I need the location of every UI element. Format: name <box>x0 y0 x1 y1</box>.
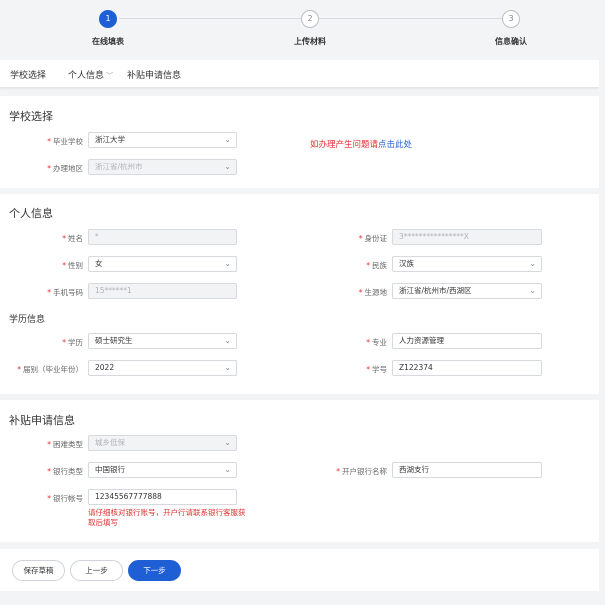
name-input[interactable]: * <box>88 229 237 245</box>
graduate-school-label: * 毕业学校 <box>47 137 83 146</box>
graduate-school-select[interactable]: 浙江大学 ⌄ <box>88 132 237 148</box>
phone-input[interactable]: 15******1 <box>88 283 237 299</box>
footer-actions: 保存草稿 上一步 下一步 <box>0 549 599 591</box>
graduation-year-select[interactable]: 2022 ⌄ <box>88 360 237 376</box>
step-2-label: 上传材料 <box>294 37 326 46</box>
origin-label: * 生源地 <box>358 288 387 297</box>
subsidy-section: 补贴申请信息 * 困难类型 城乡低保 ⌄ * 银行类型 中国银行 ⌄ * 开户银行名称 西… <box>0 400 599 542</box>
id-card-label: * 身份证 <box>358 234 387 243</box>
account-number-input[interactable]: 12345567777888 <box>88 489 237 505</box>
major-input[interactable]: 人力资源管理 <box>392 333 542 349</box>
step-3-label: 信息确认 <box>495 37 527 46</box>
phone-label: * 手机号码 <box>47 288 83 297</box>
school-section: 学校选择 * 毕业学校 浙江大学 ⌄ * 办理地区 浙江省/杭州市 ⌄ 如办理产生问题请… <box>0 96 599 188</box>
branch-name-label: * 开户银行名称 <box>336 467 387 476</box>
name-label: * 姓名 <box>62 234 83 243</box>
scrollbar[interactable] <box>599 0 605 605</box>
region-select[interactable]: 浙江省/杭州市 ⌄ <box>88 159 237 175</box>
tab-school[interactable]: 学校选择 <box>10 68 46 81</box>
ethnicity-select[interactable]: 汉族 ⌄ <box>392 256 542 272</box>
chevron-down-icon: ⌄ <box>224 465 231 474</box>
tab-subsidy-label: 补贴申请信息 <box>127 71 182 81</box>
help-link[interactable]: 如办理产生问题请点击此处 <box>310 138 412 150</box>
prev-step-button[interactable]: 上一步 <box>70 560 123 581</box>
step-connector <box>319 18 502 19</box>
student-id-input[interactable]: Z122374 <box>392 360 542 376</box>
chevron-down-icon: ⌄ <box>224 363 231 372</box>
step-connector <box>119 18 301 19</box>
student-id-label: * 学号 <box>366 365 387 374</box>
bank-type-select[interactable]: 中国银行 ⌄ <box>88 462 237 478</box>
chevron-down-icon: ⌄ <box>224 162 231 171</box>
chevron-down-icon: ⌄ <box>224 438 231 447</box>
personal-section: 个人信息 * 姓名 * * 身份证 3****************X * 性别 女… <box>0 194 599 394</box>
id-card-input[interactable]: 3****************X <box>392 229 542 245</box>
degree-select[interactable]: 硕士研究生 ⌄ <box>88 333 237 349</box>
chevron-down-icon: ⌄ <box>224 135 231 144</box>
next-step-button[interactable]: 下一步 <box>128 560 181 581</box>
bank-type-label: * 银行类型 <box>47 467 83 476</box>
degree-label: * 学历 <box>62 338 83 347</box>
ethnicity-label: * 民族 <box>366 261 387 270</box>
tab-school-label: 学校选择 <box>10 71 47 81</box>
steps-progress: 1 在线填表 2 上传材料 3 信息确认 <box>6 3 599 55</box>
tab-subsidy[interactable]: 补贴申请信息 <box>127 68 181 81</box>
step-1-circle: 1 <box>99 10 117 28</box>
origin-select[interactable]: 浙江省/杭州市/西湖区 ⌄ <box>392 283 542 299</box>
branch-name-input[interactable]: 西湖支行 <box>392 462 542 478</box>
chevron-down-icon: ⌄ <box>224 336 231 345</box>
gender-label: * 性别 <box>62 261 83 270</box>
chevron-down-icon: ⌄ <box>224 259 231 268</box>
major-label: * 专业 <box>366 338 387 347</box>
section-tabs: 学校选择 个人信息 ﹀ 补贴申请信息 <box>0 60 599 88</box>
hardship-type-select[interactable]: 城乡低保 ⌄ <box>88 435 237 451</box>
account-number-label: * 银行帐号 <box>47 494 83 503</box>
hardship-type-label: * 困难类型 <box>47 440 83 449</box>
tab-personal[interactable]: 个人信息 ﹀ <box>68 68 113 81</box>
school-section-title: 学校选择 <box>9 110 53 123</box>
step-3-circle: 3 <box>502 10 520 28</box>
personal-section-title: 个人信息 <box>9 207 53 220</box>
chevron-down-icon: ﹀ <box>106 72 114 80</box>
region-label: * 办理地区 <box>47 164 83 173</box>
step-1-label: 在线填表 <box>92 37 124 46</box>
tab-personal-label: 个人信息 <box>68 71 105 81</box>
account-hint: 请仔细核对银行账号，开户行请联系银行客服获取后填写 <box>88 508 246 527</box>
save-draft-button[interactable]: 保存草稿 <box>12 560 65 581</box>
step-2-circle: 2 <box>301 10 319 28</box>
chevron-down-icon: ⌄ <box>529 286 536 295</box>
gender-select[interactable]: 女 ⌄ <box>88 256 237 272</box>
chevron-down-icon: ⌄ <box>529 259 536 268</box>
graduation-year-label: * 届别（毕业年份） <box>17 365 83 374</box>
subsidy-section-title: 补贴申请信息 <box>9 414 75 427</box>
education-subsection-title: 学历信息 <box>9 315 46 325</box>
